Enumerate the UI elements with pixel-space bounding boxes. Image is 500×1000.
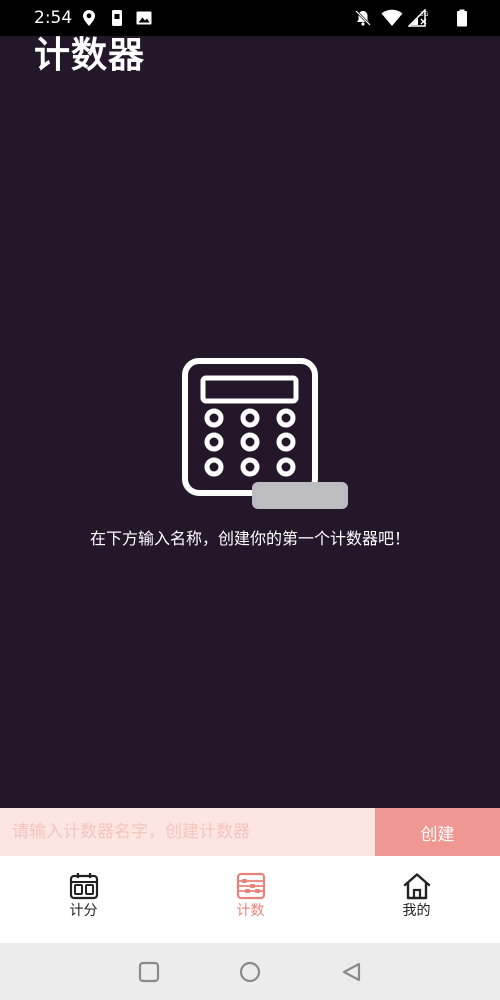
nav-item-mine[interactable]: 我的	[333, 856, 500, 943]
page-title: 计数器	[34, 35, 146, 76]
bottom-navigation: 计分 计数 我的	[0, 856, 500, 943]
back-button[interactable]	[340, 960, 364, 984]
wifi-icon	[381, 9, 403, 27]
calculator-icon	[180, 356, 350, 512]
nav-label-count: 计数	[236, 903, 265, 919]
network-type-label: 3G	[420, 11, 429, 18]
nav-label-mine: 我的	[402, 903, 431, 919]
signal-3g-icon: 3G	[408, 9, 430, 27]
home-button[interactable]	[238, 960, 262, 984]
nav-label-score: 计分	[69, 903, 98, 919]
nav-item-score[interactable]: 计分	[0, 856, 167, 943]
status-bar: 2:54 3G	[0, 0, 500, 36]
counter-name-input[interactable]	[0, 808, 375, 856]
status-time: 2:54	[34, 8, 73, 28]
sim-card-icon	[108, 9, 126, 27]
home-icon	[402, 872, 432, 900]
scoreboard-icon	[69, 872, 99, 900]
system-navigation-bar	[0, 943, 500, 1000]
battery-icon	[455, 9, 469, 27]
create-counter-bar: 创建	[0, 808, 500, 856]
nav-item-count[interactable]: 计数	[167, 856, 334, 943]
recents-button[interactable]	[137, 960, 161, 984]
abacus-icon	[236, 872, 266, 900]
create-button[interactable]: 创建	[375, 808, 500, 856]
image-icon	[135, 9, 153, 27]
location-icon	[80, 9, 98, 27]
empty-state-hint: 在下方输入名称，创建你的第一个计数器吧！	[89, 529, 410, 548]
notifications-off-icon	[354, 9, 372, 27]
